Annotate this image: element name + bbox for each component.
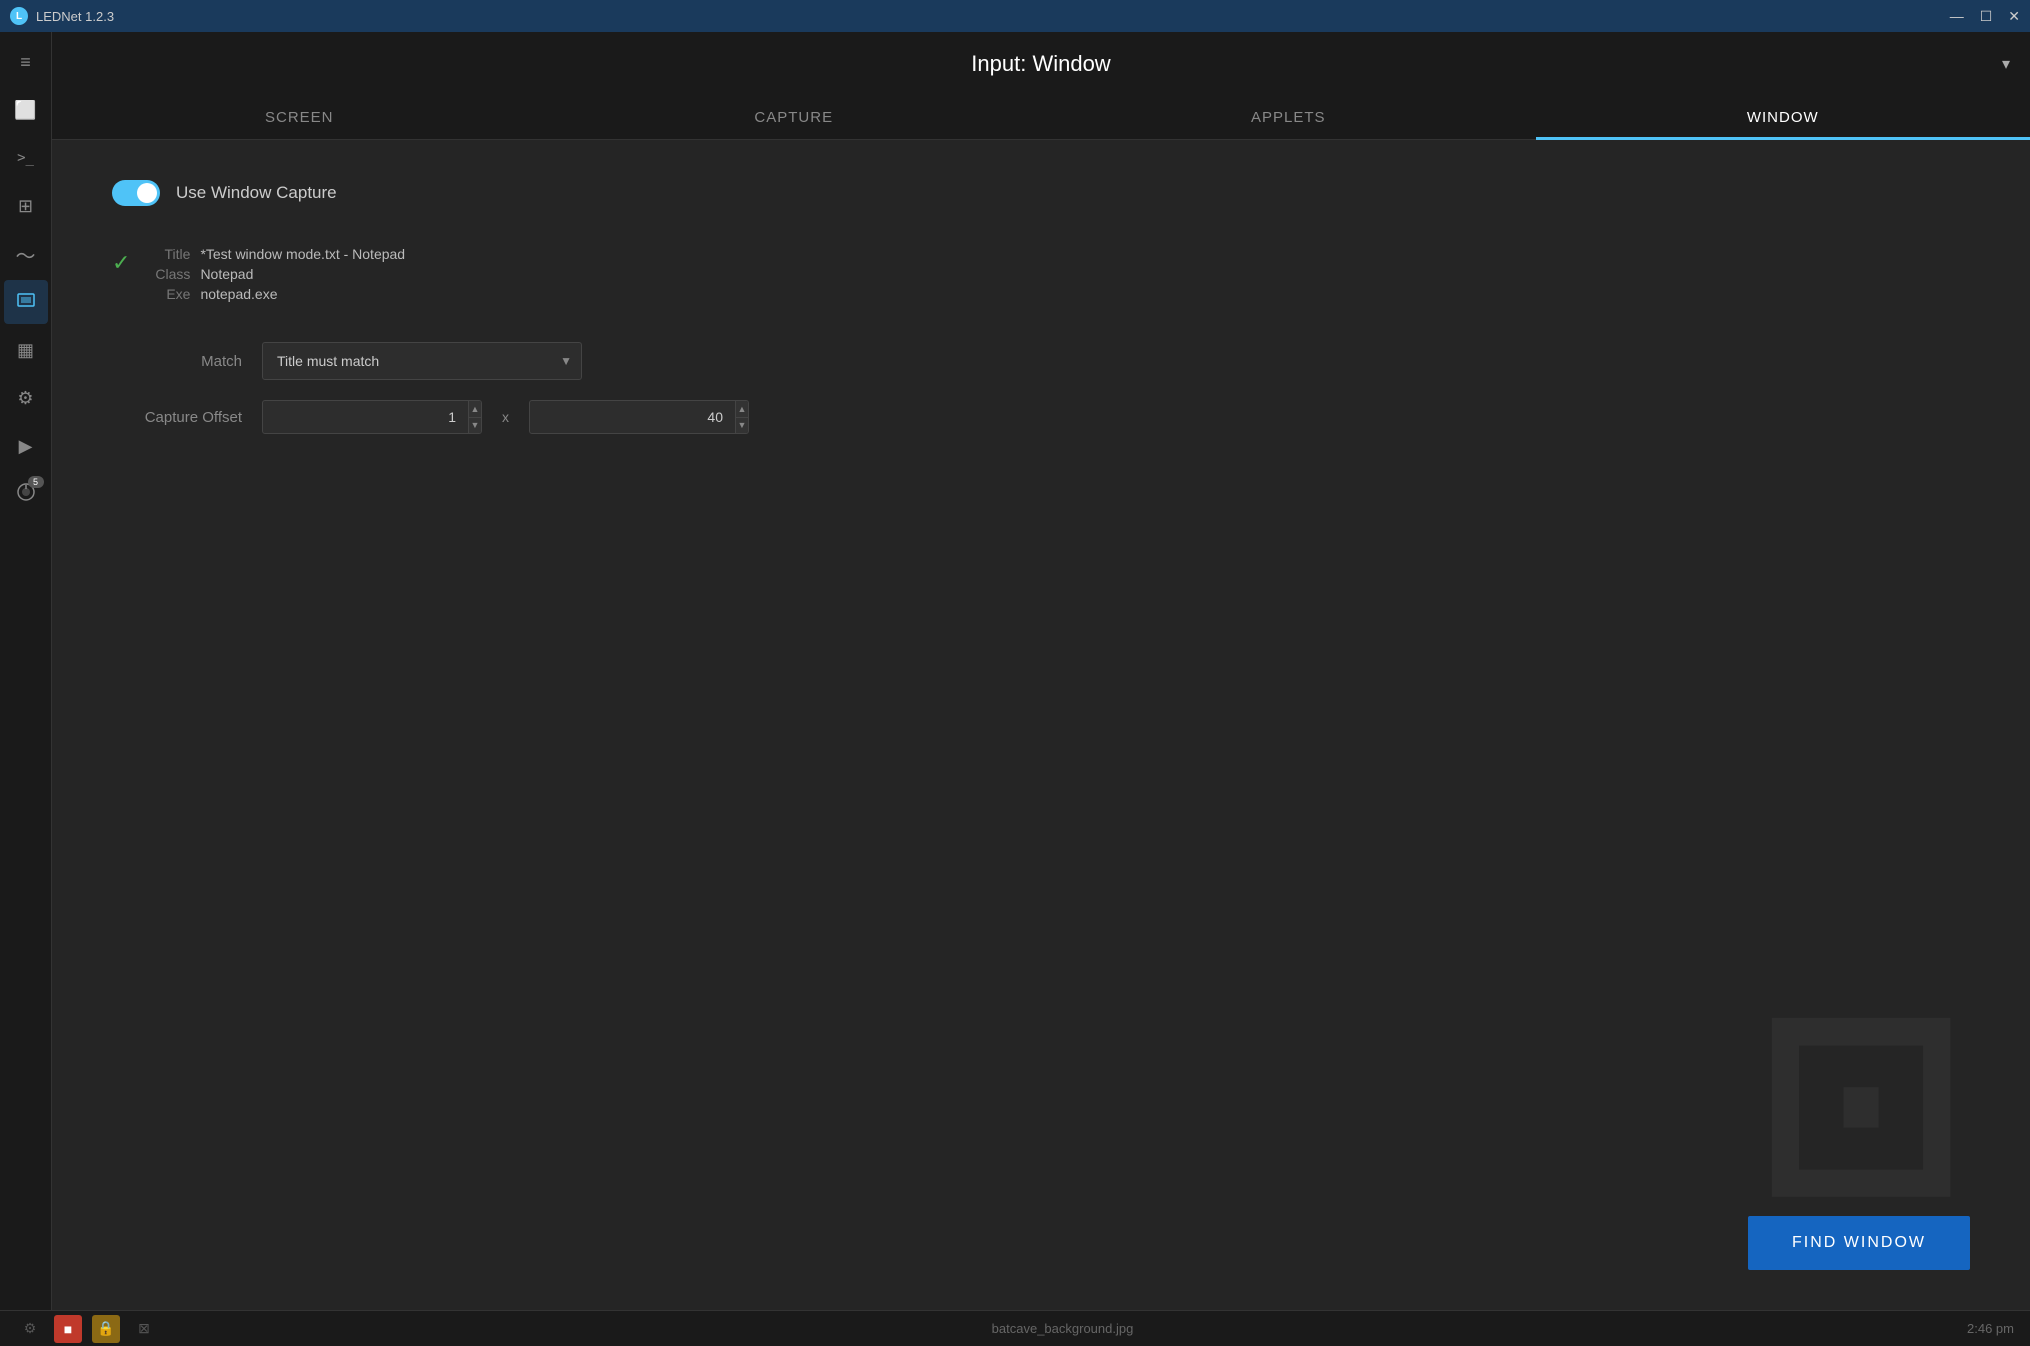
close-button[interactable]: ✕ — [2008, 8, 2020, 25]
window-exe-row: Exe notepad.exe — [150, 286, 405, 302]
capture-offset-y-spinbox: ▲ ▼ — [529, 400, 749, 434]
tab-screen[interactable]: SCREEN — [52, 97, 547, 140]
spinbox-y-down-button[interactable]: ▼ — [736, 418, 748, 434]
spinbox-y-buttons: ▲ ▼ — [735, 401, 748, 433]
sidebar-item-terminal[interactable]: >_ — [4, 136, 48, 180]
minimize-button[interactable]: — — [1950, 8, 1964, 25]
sidebar-item-settings[interactable]: ⚙ — [4, 376, 48, 420]
main-content: Input: Window ▾ SCREEN CAPTURE APPLETS W… — [52, 32, 2030, 1310]
match-select[interactable]: Title must match Class must match Exe mu… — [262, 342, 582, 380]
app-body: ≡ ⬜ >_ ⊞ 〜 ▦ ⚙ ▶ — [0, 32, 2030, 1310]
spinbox-x-down-button[interactable]: ▼ — [469, 418, 481, 434]
stop-status-button[interactable]: ■ — [54, 1315, 82, 1343]
exe-value: notepad.exe — [200, 286, 277, 302]
statusbar-time: 2:46 pm — [1967, 1321, 2014, 1336]
video-icon: ▦ — [17, 340, 34, 361]
statusbar-filename: batcave_background.jpg — [168, 1321, 1957, 1336]
match-select-wrapper: Title must match Class must match Exe mu… — [262, 342, 582, 380]
sidebar: ≡ ⬜ >_ ⊞ 〜 ▦ ⚙ ▶ — [0, 32, 52, 1310]
tab-applets[interactable]: APPLETS — [1041, 97, 1536, 140]
spinbox-x-buttons: ▲ ▼ — [468, 401, 481, 433]
capture-offset-y-input[interactable] — [530, 401, 735, 433]
capture-offset-label: Capture Offset — [112, 409, 242, 426]
sidebar-item-wave[interactable]: 〜 — [4, 232, 48, 276]
check-icon: ✓ — [112, 250, 130, 276]
title-label: Title — [150, 246, 190, 262]
app-title: LEDNet 1.2.3 — [36, 9, 114, 24]
play-icon: ▶ — [19, 436, 33, 457]
notification-badge: 5 — [28, 476, 44, 488]
window-class-row: Class Notepad — [150, 266, 405, 282]
titlebar: L LEDNet 1.2.3 — ☐ ✕ — [0, 0, 2030, 32]
window-title-row: Title *Test window mode.txt - Notepad — [150, 246, 405, 262]
window-controls: — ☐ ✕ — [1950, 8, 2020, 25]
watermark: ⊡ — [1752, 970, 1970, 1230]
terminal-icon: >_ — [17, 150, 34, 166]
sidebar-item-menu[interactable]: ≡ — [4, 40, 48, 84]
sidebar-item-grid[interactable]: ⊞ — [4, 184, 48, 228]
sidebar-item-play[interactable]: ▶ — [4, 424, 48, 468]
exe-label: Exe — [150, 286, 190, 302]
toggle-label: Use Window Capture — [176, 183, 337, 203]
settings-status-button[interactable]: ⚙ — [16, 1315, 44, 1343]
match-label: Match — [112, 353, 242, 370]
match-row: Match Title must match Class must match … — [112, 342, 1970, 380]
menu-icon: ≡ — [20, 52, 31, 73]
class-label: Class — [150, 266, 190, 282]
lock-status-button[interactable]: 🔒 — [92, 1315, 120, 1343]
gear-icon: ⚙ — [17, 388, 33, 409]
spinbox-y-up-button[interactable]: ▲ — [736, 401, 748, 418]
grid-icon: ⊞ — [18, 196, 33, 217]
content-area: ⊡ Use Window Capture ✓ Title *Test windo… — [52, 140, 2030, 1310]
tab-capture[interactable]: CAPTURE — [547, 97, 1042, 140]
capture-offset-row: Capture Offset ▲ ▼ x ▲ ▼ — [112, 400, 1970, 434]
sidebar-item-monitor[interactable]: ⬜ — [4, 88, 48, 132]
capture-icon — [16, 290, 36, 315]
wave-icon: 〜 — [16, 240, 36, 269]
main-header: Input: Window ▾ — [52, 32, 2030, 96]
cast-status-button[interactable]: ⊠ — [130, 1315, 158, 1343]
find-window-button[interactable]: FIND WINDOW — [1748, 1216, 1970, 1270]
capture-offset-x-input[interactable] — [263, 401, 468, 433]
app-icon: L — [10, 7, 28, 25]
capture-offset-x-spinbox: ▲ ▼ — [262, 400, 482, 434]
page-title: Input: Window — [971, 51, 1110, 77]
use-window-capture-toggle[interactable] — [112, 180, 160, 206]
sidebar-item-notification[interactable]: 5 — [4, 472, 48, 516]
toggle-row: Use Window Capture — [112, 180, 1970, 206]
sidebar-item-video[interactable]: ▦ — [4, 328, 48, 372]
x-separator: x — [502, 409, 509, 425]
window-info: ✓ Title *Test window mode.txt - Notepad … — [112, 246, 1970, 302]
spinbox-x-up-button[interactable]: ▲ — [469, 401, 481, 418]
tabs: SCREEN CAPTURE APPLETS WINDOW — [52, 96, 2030, 140]
header-chevron-icon[interactable]: ▾ — [2002, 54, 2010, 74]
maximize-button[interactable]: ☐ — [1980, 8, 1993, 25]
statusbar-left: ⚙ ■ 🔒 ⊠ — [16, 1315, 158, 1343]
statusbar: ⚙ ■ 🔒 ⊠ batcave_background.jpg 2:46 pm — [0, 1310, 2030, 1346]
sidebar-item-capture[interactable] — [4, 280, 48, 324]
tab-window[interactable]: WINDOW — [1536, 97, 2030, 140]
class-value: Notepad — [200, 266, 253, 282]
window-details: Title *Test window mode.txt - Notepad Cl… — [150, 246, 405, 302]
monitor-icon: ⬜ — [14, 100, 36, 121]
title-value: *Test window mode.txt - Notepad — [200, 246, 405, 262]
